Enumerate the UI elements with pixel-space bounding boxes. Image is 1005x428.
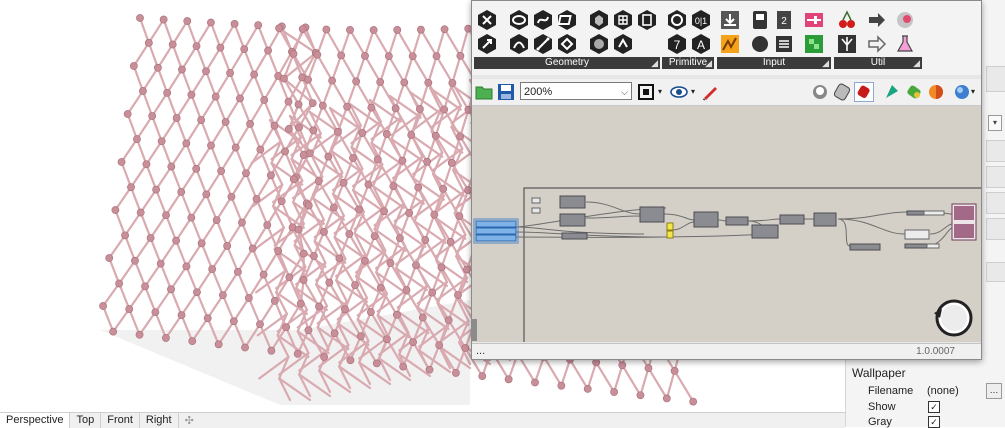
status-bar: ... 1.0.0007 [472,343,981,360]
input-slider-group [474,219,518,243]
svg-text:A: A [697,38,705,52]
curve-param-icon[interactable] [532,9,554,31]
tab-top[interactable]: Top [70,413,101,428]
line-param-icon[interactable] [532,33,554,55]
field-param-icon[interactable] [636,9,658,31]
mesh-param-icon[interactable] [612,9,634,31]
point-param-icon[interactable] [476,9,498,31]
button-object-icon[interactable] [749,33,771,55]
component-ribbon: Geometry◢ 0|1 7 A Primitive◢ 2 Input◢ [472,1,981,75]
brep-param-icon[interactable] [588,9,610,31]
svg-text:0|1: 0|1 [695,16,707,26]
gray-checkbox[interactable]: ✓ [928,416,940,428]
wallpaper-section-title: Wallpaper [852,366,906,380]
save-icon[interactable] [496,82,516,102]
integer-param-icon[interactable]: 0|1 [690,9,712,31]
import-icon[interactable] [719,9,741,31]
panel-field[interactable] [986,166,1005,188]
preview-eye-icon[interactable] [669,82,689,102]
value-list-icon[interactable] [773,33,795,55]
panel-field[interactable] [986,140,1005,162]
svg-text:7: 7 [674,38,681,52]
slider-icon[interactable] [803,9,825,31]
group-input: 2 Input◢ [717,7,831,69]
chevron-down-icon[interactable]: ▾ [658,82,666,102]
component-graph [472,106,981,342]
chevron-down-icon[interactable]: ▾ [691,82,699,102]
plus-icon[interactable]: ✣ [179,414,200,427]
version-label: 1.0.0007 [916,346,955,357]
filename-value: (none) [927,385,959,397]
arc-param-icon[interactable] [508,33,530,55]
input-group-label[interactable]: Input◢ [717,57,831,69]
galapagos-icon[interactable] [894,9,916,31]
surface-param-icon[interactable] [556,9,578,31]
zoom-select[interactable]: 200%⌵ [520,82,632,100]
graph-mapper-icon[interactable] [719,33,741,55]
preview-selected-icon[interactable] [854,82,874,102]
cluster-tree-icon[interactable] [836,33,858,55]
arrow-right-icon[interactable] [866,9,888,31]
preview-shaded-icon[interactable] [832,82,852,102]
globe-sphere-icon[interactable] [952,82,972,102]
chevron-down-icon[interactable]: ▾ [971,82,979,102]
viewport-tabs: Perspective Top Front Right ✣ [0,412,845,428]
circle-param-icon[interactable] [508,9,530,31]
group-geometry: Geometry◢ [474,7,660,69]
arrow-outline-icon[interactable] [866,33,888,55]
chevron-down-icon[interactable]: ▾ [988,115,1002,131]
tab-right[interactable]: Right [140,413,179,428]
show-label: Show [868,401,896,413]
boolean-param-icon[interactable] [666,9,688,31]
group-primitive: 0|1 7 A Primitive◢ [662,7,714,69]
text-param-icon[interactable]: A [690,33,712,55]
toggle-icon[interactable] [749,9,771,31]
transform-param-icon[interactable] [612,33,634,55]
sketch-pen-icon[interactable] [700,82,720,102]
flask-icon[interactable] [894,33,916,55]
util-group-label[interactable]: Util◢ [834,57,922,69]
number-param-icon[interactable]: 7 [666,33,688,55]
zoom-extents-icon[interactable] [636,82,656,102]
navigation-compass[interactable] [934,301,971,335]
panel-field[interactable] [986,192,1005,214]
geometry-group-label[interactable]: Geometry◢ [474,57,660,69]
canvas-toolbar: 200%⌵ ▾ ▾ ▾ [472,79,981,106]
panel-field[interactable] [986,262,1005,282]
definition-canvas[interactable] [472,106,981,342]
cherry-picker-icon[interactable] [836,9,858,31]
open-folder-icon[interactable] [474,82,494,102]
svg-text:2: 2 [781,16,787,27]
filename-label: Filename [868,385,913,397]
grasshopper-window: Geometry◢ 0|1 7 A Primitive◢ 2 Input◢ [471,0,982,360]
colour-swatch-icon[interactable] [803,33,825,55]
show-checkbox[interactable]: ✓ [928,401,940,413]
panel-scroll-strip[interactable] [986,66,1005,92]
group-util: Util◢ [834,7,922,69]
bake-green-icon[interactable] [882,82,902,102]
bake-yellow-icon[interactable] [904,82,924,102]
tab-front[interactable]: Front [101,413,140,428]
panel-field[interactable] [986,218,1005,240]
browse-button[interactable]: … [986,383,1002,399]
plane-param-icon[interactable] [556,33,578,55]
tab-perspective[interactable]: Perspective [0,413,70,428]
gray-label: Gray [868,416,892,428]
digit-scroller-icon[interactable]: 2 [773,9,795,31]
preview-wire-icon[interactable] [810,82,830,102]
material-sphere-icon[interactable] [926,82,946,102]
geometry-param-icon[interactable] [588,33,610,55]
status-text: ... [476,345,485,357]
vector-param-icon[interactable] [476,33,498,55]
primitive-group-label[interactable]: Primitive◢ [662,57,714,69]
